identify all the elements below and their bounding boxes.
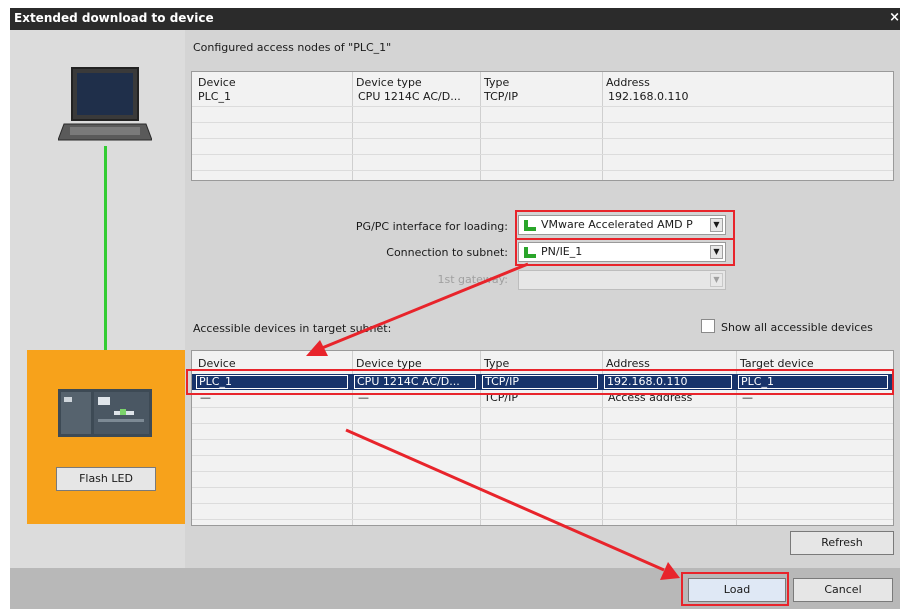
close-icon[interactable]: × (889, 10, 900, 25)
show-all-label[interactable]: Show all accessible devices (721, 321, 873, 334)
target-device-panel (27, 350, 185, 524)
row-divider (192, 154, 893, 155)
highlight-box (186, 369, 894, 395)
left-margin (0, 0, 10, 609)
row-divider (192, 519, 893, 520)
row-divider (192, 407, 893, 408)
show-all-checkbox[interactable] (701, 319, 715, 333)
column-divider (480, 72, 481, 180)
highlight-box (515, 238, 735, 266)
pgpc-interface-label: PG/PC interface for loading: (355, 220, 508, 233)
row-divider (192, 423, 893, 424)
top-margin (0, 0, 900, 8)
column-header-type[interactable]: Type (484, 76, 509, 89)
row-divider (192, 439, 893, 440)
row-divider (192, 122, 893, 123)
laptop-icon (58, 67, 152, 141)
extended-download-dialog: Extended download to device × Flash LED … (0, 0, 900, 609)
column-divider (602, 72, 603, 180)
gateway-select: ▼ (518, 270, 726, 290)
chevron-down-icon: ▼ (710, 273, 723, 287)
highlight-box (515, 210, 735, 240)
configured-nodes-table: Device Device type Type Address PLC_1 CP… (191, 71, 894, 181)
flash-led-button[interactable]: Flash LED (56, 467, 156, 491)
row-divider (192, 487, 893, 488)
gateway-label: 1st gateway: (437, 273, 509, 286)
dialog-title: Extended download to device (14, 11, 214, 25)
configured-nodes-label: Configured access nodes of "PLC_1" (193, 41, 392, 54)
accessible-devices-label: Accessible devices in target subnet: (193, 322, 392, 335)
column-header-device[interactable]: Device (198, 76, 236, 89)
column-header-address[interactable]: Address (606, 76, 650, 89)
cancel-button[interactable]: Cancel (793, 578, 893, 602)
row-divider (192, 170, 893, 171)
column-divider (352, 72, 353, 180)
connection-line (104, 146, 107, 350)
refresh-button[interactable]: Refresh (790, 531, 894, 555)
row-divider (192, 455, 893, 456)
row-divider (192, 106, 893, 107)
row-divider (192, 471, 893, 472)
plc-icon (58, 389, 152, 437)
row-divider (192, 138, 893, 139)
cell-device[interactable]: PLC_1 (198, 90, 231, 103)
dialog-titlebar: Extended download to device × (10, 8, 900, 30)
cell-type[interactable]: TCP/IP (484, 90, 518, 103)
row-divider (192, 503, 893, 504)
cell-device-type[interactable]: CPU 1214C AC/D... (358, 90, 461, 103)
subnet-label: Connection to subnet: (386, 246, 508, 259)
highlight-box (681, 572, 789, 606)
cell-address[interactable]: 192.168.0.110 (608, 90, 688, 103)
column-header-device-type[interactable]: Device type (356, 76, 422, 89)
